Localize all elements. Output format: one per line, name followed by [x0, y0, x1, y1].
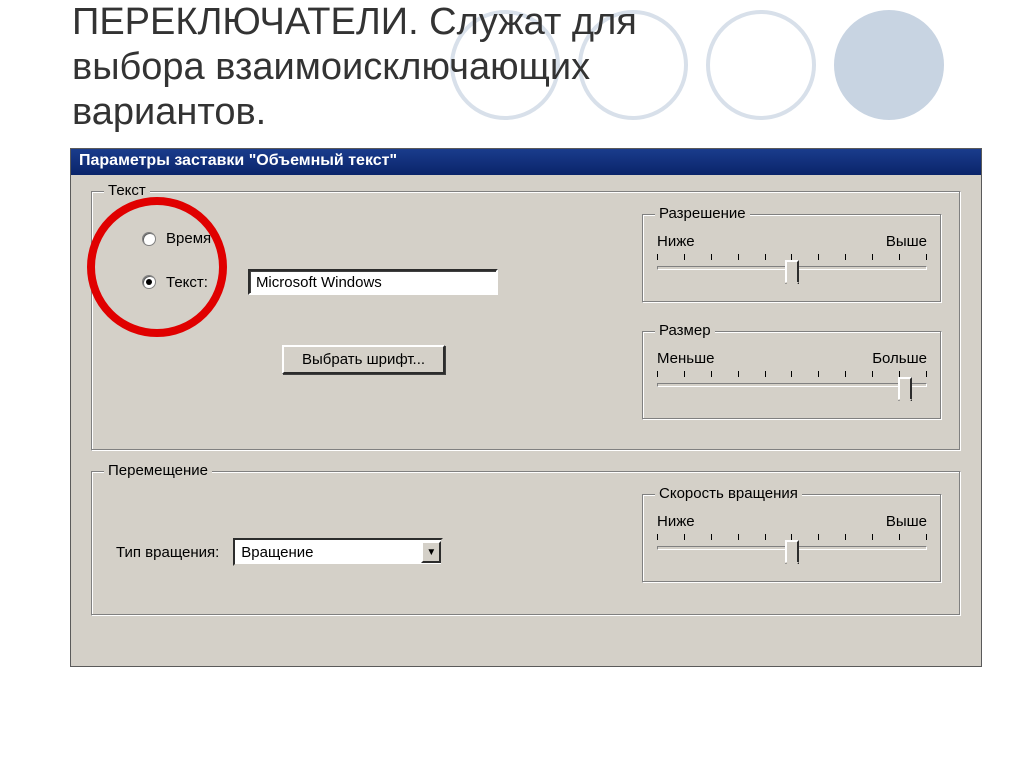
group-text: Текст Время Текст: Выбрать шрифт... — [91, 191, 961, 451]
size-label: Размер — [655, 322, 715, 339]
dialog-body: Текст Время Текст: Выбрать шрифт... — [71, 175, 981, 666]
chevron-down-icon: ▼ — [421, 541, 441, 563]
resolution-low: Ниже — [657, 233, 695, 250]
size-low: Меньше — [657, 350, 714, 367]
slider-thumb-icon — [785, 260, 799, 284]
movement-label: Перемещение — [104, 462, 212, 479]
speed-high: Выше — [886, 513, 927, 530]
slider-thumb-icon — [785, 540, 799, 564]
speed-label: Скорость вращения — [655, 485, 802, 502]
speed-low: Ниже — [657, 513, 695, 530]
dialog-window: Параметры заставки "Объемный текст" Текс… — [70, 148, 982, 667]
rotation-select[interactable]: Вращение ▼ — [233, 538, 443, 566]
group-size: Размер Меньше Больше — [642, 331, 942, 420]
rotation-select-value: Вращение — [241, 544, 313, 561]
resolution-slider[interactable] — [657, 254, 927, 288]
radio-icon — [142, 232, 156, 246]
text-input[interactable] — [248, 269, 498, 295]
size-slider[interactable] — [657, 371, 927, 405]
bg-circle — [834, 10, 944, 120]
choose-font-button[interactable]: Выбрать шрифт... — [282, 345, 445, 374]
group-movement: Перемещение Тип вращения: Вращение ▼ Ско… — [91, 471, 961, 616]
radio-time-label: Время — [166, 230, 211, 247]
resolution-label: Разрешение — [655, 205, 750, 222]
group-speed: Скорость вращения Ниже Выше — [642, 494, 942, 583]
rotation-type-label: Тип вращения: — [116, 544, 219, 561]
resolution-high: Выше — [886, 233, 927, 250]
slide-title: ПЕРЕКЛЮЧАТЕЛИ. Служат для выбора взаимои… — [72, 0, 772, 134]
radio-text-label: Текст: — [166, 274, 208, 291]
group-resolution: Разрешение Ниже Выше — [642, 214, 942, 303]
radio-text-row[interactable]: Текст: — [142, 269, 542, 295]
radio-time-row[interactable]: Время — [142, 230, 542, 247]
titlebar: Параметры заставки "Объемный текст" — [71, 149, 981, 175]
speed-slider[interactable] — [657, 534, 927, 568]
size-high: Больше — [872, 350, 927, 367]
group-text-label: Текст — [104, 182, 150, 199]
slider-thumb-icon — [898, 377, 912, 401]
radio-icon — [142, 275, 156, 289]
